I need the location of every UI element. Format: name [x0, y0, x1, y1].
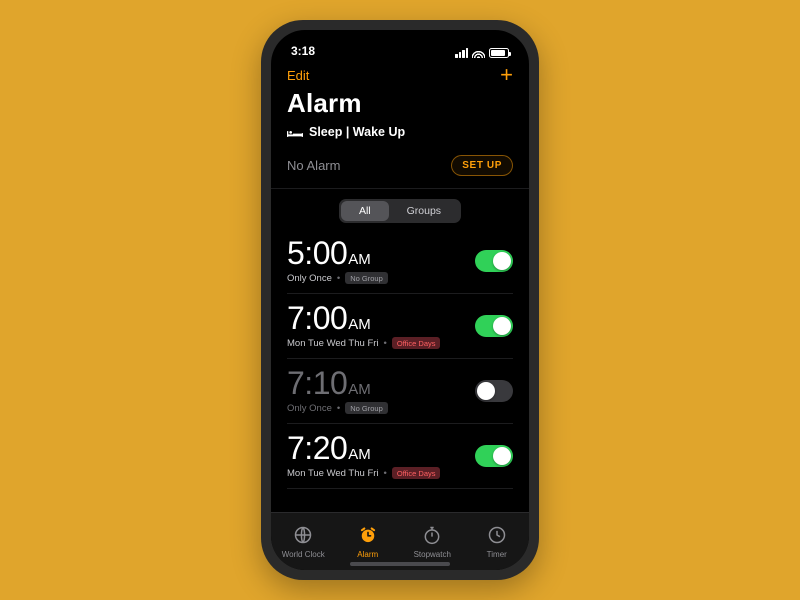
meta-separator: • — [384, 338, 387, 349]
alarm-info: 5:00AM Only Once • No Group — [287, 237, 388, 284]
nav-bar: Edit + — [271, 60, 529, 86]
battery-icon — [489, 48, 509, 58]
sleep-wake-heading: Sleep | Wake Up — [287, 125, 513, 139]
add-alarm-button[interactable]: + — [500, 64, 513, 86]
alarm-group-tag: Office Days — [392, 467, 441, 479]
alarm-time-line: 7:00AM — [287, 302, 440, 334]
stopwatch-icon — [422, 525, 442, 547]
bed-icon — [287, 127, 303, 137]
alarm-time-line: 7:20AM — [287, 432, 440, 464]
alarm-info: 7:10AM Only Once • No Group — [287, 367, 388, 414]
alarm-time: 7:10 — [287, 365, 347, 401]
status-indicators — [455, 48, 509, 58]
home-indicator[interactable] — [350, 562, 450, 566]
sleep-schedule-row[interactable]: No Alarm SET UP — [271, 145, 529, 189]
app-screen: 3:18 Edit + Alarm Sleep | Wake Up — [271, 30, 529, 570]
world-clock-icon — [293, 525, 313, 547]
alarm-toggle[interactable] — [475, 445, 513, 467]
alarm-group-tag: No Group — [345, 272, 388, 284]
alarm-row[interactable]: 7:00AM Mon Tue Wed Thu Fri • Office Days — [287, 294, 513, 359]
wifi-icon — [472, 48, 485, 58]
alarm-meta: Mon Tue Wed Thu Fri • Office Days — [287, 467, 440, 479]
alarm-time: 7:00 — [287, 300, 347, 336]
alarm-repeat: Only Once — [287, 273, 332, 284]
segment-control[interactable]: All Groups — [339, 199, 461, 223]
alarm-time-line: 5:00AM — [287, 237, 388, 269]
tab-label: Stopwatch — [414, 550, 451, 559]
tab-label: Timer — [487, 550, 507, 559]
alarm-icon — [358, 525, 378, 547]
meta-separator: • — [337, 403, 340, 414]
alarm-group-tag: Office Days — [392, 337, 441, 349]
timer-icon — [487, 525, 507, 547]
phone-frame: 3:18 Edit + Alarm Sleep | Wake Up — [261, 20, 539, 580]
alarm-toggle[interactable] — [475, 315, 513, 337]
alarm-toggle[interactable] — [475, 250, 513, 272]
alarm-time-line: 7:10AM — [287, 367, 388, 399]
segment-groups[interactable]: Groups — [389, 201, 459, 221]
alarm-info: 7:00AM Mon Tue Wed Thu Fri • Office Days — [287, 302, 440, 349]
meta-separator: • — [337, 273, 340, 284]
segment-all[interactable]: All — [341, 201, 389, 221]
alarm-repeat: Only Once — [287, 403, 332, 414]
alarm-ampm: AM — [348, 251, 371, 268]
alarm-ampm: AM — [348, 381, 371, 398]
header: Alarm Sleep | Wake Up — [271, 86, 529, 145]
status-time: 3:18 — [291, 44, 315, 58]
alarm-row[interactable]: 7:10AM Only Once • No Group — [287, 359, 513, 424]
alarm-info: 7:20AM Mon Tue Wed Thu Fri • Office Days — [287, 432, 440, 479]
tab-label: World Clock — [282, 550, 325, 559]
page-title: Alarm — [287, 88, 513, 119]
tab-world-clock[interactable]: World Clock — [271, 513, 336, 570]
meta-separator: • — [384, 468, 387, 479]
alarm-repeat: Mon Tue Wed Thu Fri — [287, 468, 379, 479]
phone-notch — [340, 30, 460, 52]
tab-label: Alarm — [357, 550, 378, 559]
tab-timer[interactable]: Timer — [465, 513, 530, 570]
cellular-icon — [455, 48, 468, 58]
alarm-time: 7:20 — [287, 430, 347, 466]
alarm-ampm: AM — [348, 446, 371, 463]
sleep-wake-label: Sleep | Wake Up — [309, 125, 405, 139]
alarm-time: 5:00 — [287, 235, 347, 271]
setup-button[interactable]: SET UP — [451, 155, 513, 176]
phone-bezel: 3:18 Edit + Alarm Sleep | Wake Up — [271, 30, 529, 570]
alarm-meta: Mon Tue Wed Thu Fri • Office Days — [287, 337, 440, 349]
alarm-list[interactable]: 5:00AMOnly Once•No Group7:00AMMon Tue We… — [271, 229, 529, 512]
alarm-repeat: Mon Tue Wed Thu Fri — [287, 338, 379, 349]
alarm-toggle[interactable] — [475, 380, 513, 402]
edit-button[interactable]: Edit — [287, 68, 309, 83]
no-alarm-label: No Alarm — [287, 158, 340, 173]
alarm-ampm: AM — [348, 316, 371, 333]
alarm-row[interactable]: 5:00AM Only Once • No Group — [287, 229, 513, 294]
alarm-meta: Only Once • No Group — [287, 402, 388, 414]
alarm-group-tag: No Group — [345, 402, 388, 414]
alarm-row[interactable]: 7:20AM Mon Tue Wed Thu Fri • Office Days — [287, 424, 513, 489]
alarm-meta: Only Once • No Group — [287, 272, 388, 284]
segment-control-wrap: All Groups — [271, 189, 529, 229]
